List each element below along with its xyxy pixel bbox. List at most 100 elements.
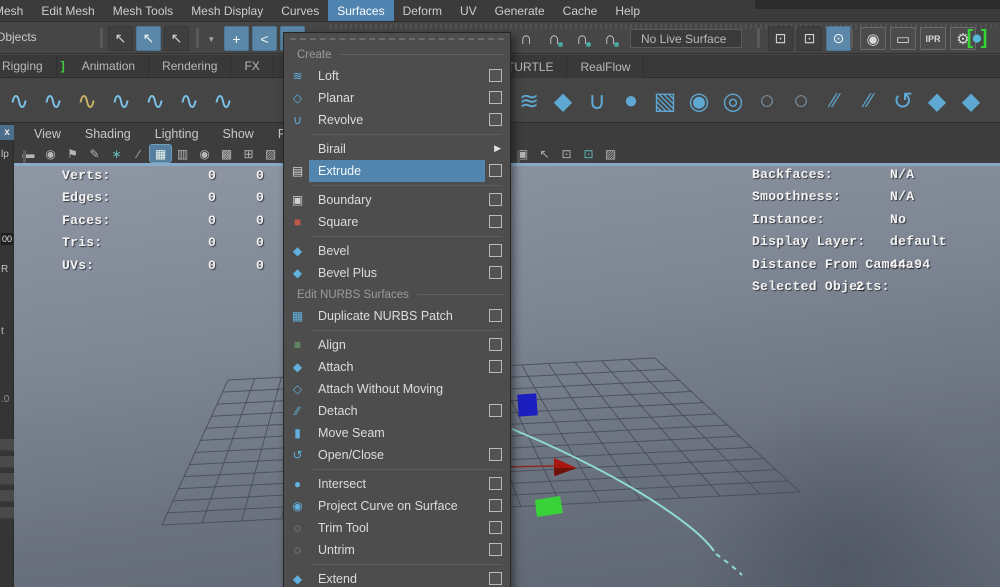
menu-item[interactable]: ▦ Duplicate NURBS Patch ▶ [284, 305, 510, 327]
viewport-toolbar-icon[interactable]: ▨ [260, 145, 281, 162]
viewport-toolbar-icon[interactable]: ▥ [172, 145, 193, 162]
option-box-icon[interactable] [489, 113, 502, 126]
viewport-toolbar-icon[interactable]: ⊡ [556, 145, 577, 162]
snap-toggle-icon[interactable]: + [224, 26, 249, 51]
menu-item[interactable]: ■ Square ▶ [284, 211, 510, 233]
option-box-icon[interactable] [489, 521, 502, 534]
viewport-toolbar-icon[interactable]: ⊡ [578, 145, 599, 162]
menu-item[interactable]: ● Intersect ▶ [284, 473, 510, 495]
green-plane-object[interactable] [535, 496, 563, 517]
shelf-tool-icon[interactable]: ◌ [784, 82, 818, 120]
viewport-toolbar-icon[interactable]: ▩ [216, 145, 237, 162]
menu-item[interactable]: ◌ Untrim ▶ [284, 539, 510, 561]
shelf-tool-icon[interactable]: ◌ [750, 82, 784, 120]
menu-item[interactable]: ▶ [284, 233, 510, 240]
panel-toggle-icon[interactable]: ⊙ [826, 26, 851, 51]
menu-item[interactable]: ∕∕ Detach ▶ [284, 400, 510, 422]
snap-toggle-icon[interactable]: < [252, 26, 277, 51]
menu-item[interactable]: ◆ Attach ▶ [284, 356, 510, 378]
option-box-icon[interactable] [489, 360, 502, 373]
render-icon[interactable]: ▭ [890, 27, 916, 50]
option-box-icon[interactable] [489, 164, 502, 177]
menu-item[interactable]: ▮ Move Seam ▶ [284, 422, 510, 444]
shelf-tool-icon[interactable]: ● [614, 82, 648, 120]
menu-item[interactable]: ◆ Extend ▶ [284, 568, 510, 587]
menu-bar-item[interactable]: Cache [554, 0, 607, 22]
shelf-tool-icon[interactable]: ∿ [70, 82, 104, 120]
menu-item[interactable]: ▶ [284, 466, 510, 473]
shelf-tool-icon[interactable] [240, 82, 274, 120]
shelf-tab[interactable]: FX [231, 55, 273, 78]
menu-bar-item[interactable]: Generate [486, 0, 554, 22]
shelf-tool-icon[interactable]: ▧ [648, 82, 682, 120]
select-mode-icon[interactable]: ↖ [164, 26, 189, 51]
viewport-toolbar-icon[interactable]: ▣ [512, 145, 533, 162]
shelf-tool-icon[interactable]: ≋ [512, 82, 546, 120]
viewport-menu-item[interactable]: Shading [73, 125, 143, 143]
selection-mask-label[interactable]: Objects [0, 30, 37, 44]
menu-item[interactable]: ▶ [284, 131, 510, 138]
menu-item[interactable]: ◇ Attach Without Moving ▶ [284, 378, 510, 400]
shelf-tab[interactable]: Rigging [0, 55, 57, 78]
menu-bar-item[interactable]: Surfaces [328, 0, 393, 22]
select-mode-icon[interactable]: ↖ [108, 26, 133, 51]
option-box-icon[interactable] [489, 266, 502, 279]
viewport-toolbar-icon[interactable]: ▨ [600, 145, 621, 162]
option-box-icon[interactable] [489, 69, 502, 82]
shelf-tool-icon[interactable]: ∿ [138, 82, 172, 120]
shelf-tool-icon[interactable]: ∿ [36, 82, 70, 120]
option-box-icon[interactable] [489, 91, 502, 104]
menu-item[interactable]: ◇ Planar ▶ [284, 87, 510, 109]
close-icon[interactable]: x [0, 125, 14, 140]
menu-item[interactable]: Edit NURBS Surfaces ▶ [284, 284, 510, 305]
render-icon[interactable]: ◉ [860, 27, 886, 50]
menu-item[interactable]: ▶ [284, 327, 510, 334]
option-box-icon[interactable] [489, 543, 502, 556]
viewport-toolbar-icon[interactable]: ▦ [150, 145, 171, 162]
viewport-toolbar-icon[interactable]: ◉ [40, 145, 61, 162]
menu-item[interactable]: ◆ Bevel Plus ▶ [284, 262, 510, 284]
panel-toggle-icon[interactable]: ⊡ [797, 26, 822, 51]
shelf-tab[interactable]: Rendering [149, 55, 231, 78]
shelf-tool-icon[interactable]: ∕∕ [852, 82, 886, 120]
render-current-frame-button[interactable]: [ ● ] [960, 25, 994, 52]
menu-item[interactable]: ▤ Extrude ▶ [284, 160, 510, 182]
shelf-tool-icon[interactable]: ◉ [682, 82, 716, 120]
magnet-snap-icon[interactable]: ∩ [542, 27, 566, 51]
live-surface-field[interactable]: No Live Surface [630, 29, 742, 48]
menu-item[interactable]: ◌ Trim Tool ▶ [284, 517, 510, 539]
menu-item[interactable]: Create ▶ [284, 44, 510, 65]
viewport-toolbar-icon[interactable]: ✎ [84, 145, 105, 162]
viewport-toolbar-icon[interactable]: ∕ [128, 145, 149, 162]
shelf-tool-icon[interactable]: ◆ [920, 82, 954, 120]
magnet-snap-icon[interactable]: ∩ [570, 27, 594, 51]
viewport-menu-item[interactable]: Show [211, 125, 266, 143]
menu-item[interactable]: ≡ Align ▶ [284, 334, 510, 356]
menu-item[interactable]: ▶ [284, 561, 510, 568]
shelf-tab[interactable]: ] [57, 55, 69, 78]
menu-bar-item[interactable]: Curves [272, 0, 328, 22]
panel-toggle-icon[interactable]: ⊡ [768, 26, 793, 51]
menu-bar-item[interactable]: UV [451, 0, 486, 22]
menu-bar-item[interactable]: Mesh Display [182, 0, 272, 22]
menu-item[interactable]: ▶ [284, 35, 510, 44]
shelf-tool-icon[interactable]: ∿ [172, 82, 206, 120]
menu-item[interactable]: ↺ Open/Close ▶ [284, 444, 510, 466]
shelf-tool-icon[interactable]: ◆ [546, 82, 580, 120]
menu-item[interactable]: ∪ Revolve ▶ [284, 109, 510, 131]
shelf-tool-icon[interactable]: ◎ [716, 82, 750, 120]
option-box-icon[interactable] [489, 404, 502, 417]
blue-cube-object[interactable] [517, 393, 537, 416]
viewport-toolbar-icon[interactable]: ▬ [18, 145, 39, 162]
option-box-icon[interactable] [489, 338, 502, 351]
select-mode-icon[interactable]: ↖ [136, 26, 161, 51]
menu-bar-item[interactable]: Help [606, 0, 649, 22]
menu-item[interactable]: ◆ Bevel ▶ [284, 240, 510, 262]
option-box-icon[interactable] [489, 309, 502, 322]
viewport-menu-item[interactable]: Lighting [143, 125, 211, 143]
shelf-tool-icon[interactable]: ◆ [954, 82, 988, 120]
menu-bar-item[interactable]: Deform [394, 0, 451, 22]
viewport-toolbar-icon[interactable]: ∗ [106, 145, 127, 162]
magnet-snap-icon[interactable]: ∩ [598, 27, 622, 51]
shelf-tool-icon[interactable]: ∿ [2, 82, 36, 120]
